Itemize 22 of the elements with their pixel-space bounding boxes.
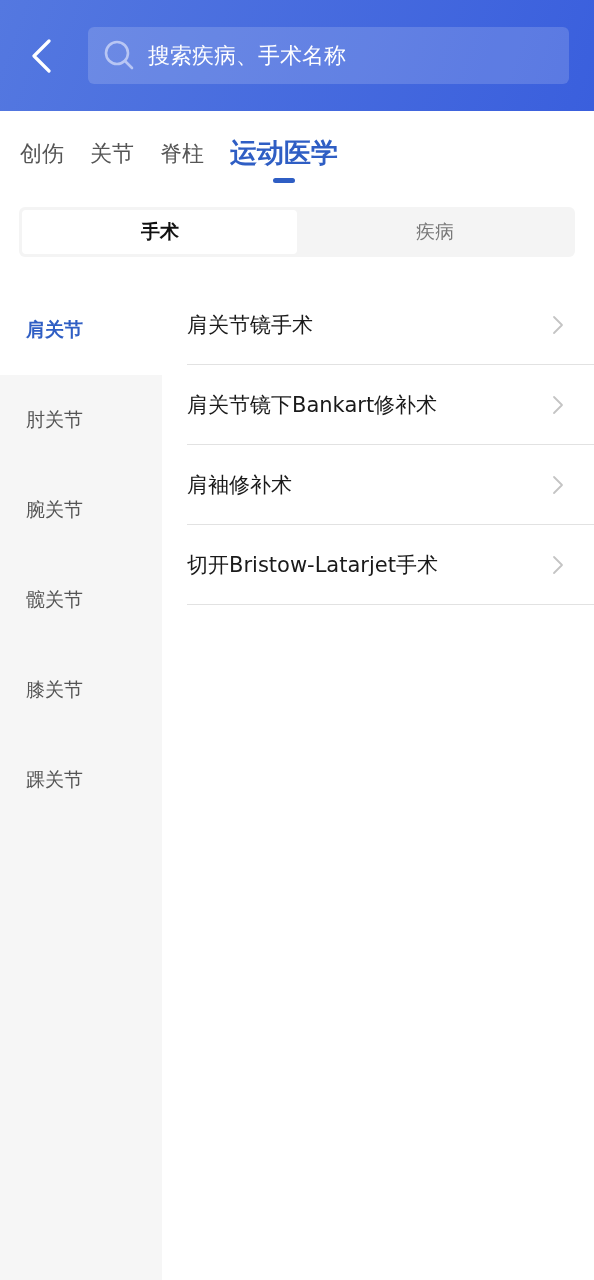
segment-tab[interactable]: 疾病 <box>297 210 572 254</box>
sidebar-item[interactable]: 膝关节 <box>0 645 162 735</box>
list-item[interactable]: 肩关节镜下Bankart修补术 <box>187 365 594 445</box>
category-tab[interactable]: 脊柱 <box>160 131 204 181</box>
segment-tab[interactable]: 手术 <box>22 210 297 254</box>
search-icon <box>104 40 134 70</box>
chevron-icon <box>552 474 564 495</box>
category-tab[interactable]: 运动医学 <box>230 131 338 183</box>
sidebar-item[interactable]: 踝关节 <box>0 735 162 825</box>
sidebar-item[interactable]: 肘关节 <box>0 375 162 465</box>
category-tab[interactable]: 关节 <box>90 131 134 181</box>
sidebar-item[interactable]: 肩关节 <box>0 285 162 375</box>
back-button[interactable] <box>30 38 52 73</box>
chevron-icon <box>552 394 564 415</box>
chevron-icon <box>552 314 564 335</box>
category-tab[interactable]: 创伤 <box>20 131 64 181</box>
sidebar-item[interactable]: 髋关节 <box>0 555 162 645</box>
list-item[interactable]: 切开Bristow-Latarjet手术 <box>187 525 594 605</box>
list-item[interactable]: 肩袖修补术 <box>187 445 594 525</box>
chevron-icon <box>552 554 564 575</box>
list-item[interactable]: 肩关节镜手术 <box>187 285 594 365</box>
sidebar-item[interactable]: 腕关节 <box>0 465 162 555</box>
